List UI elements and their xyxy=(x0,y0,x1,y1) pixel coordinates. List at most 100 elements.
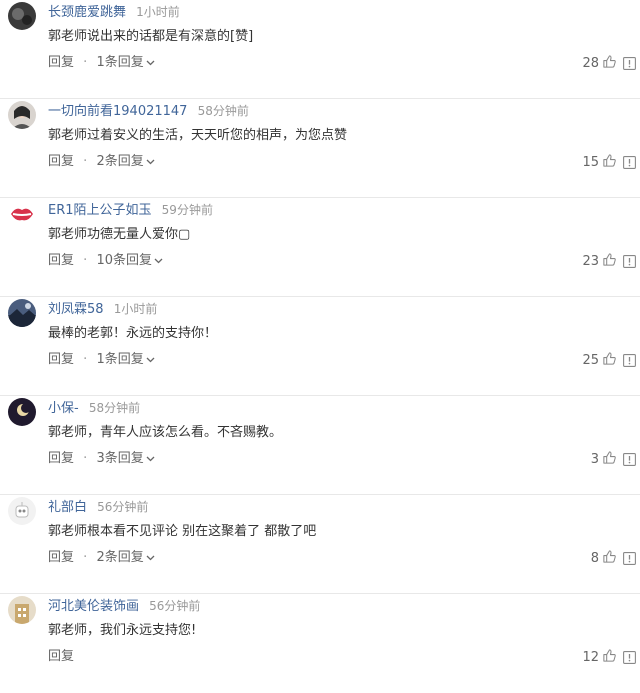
thumbs-up-icon xyxy=(602,252,617,271)
comment-actions: 回复 · 2条回复 xyxy=(48,549,155,567)
comment-meta: 3 xyxy=(591,450,636,468)
view-replies-link[interactable]: 1条回复 xyxy=(96,352,155,367)
chevron-down-icon xyxy=(146,555,155,560)
like-count: 12 xyxy=(582,649,599,665)
reply-button[interactable]: 回复 xyxy=(48,451,74,466)
reply-button[interactable]: 回复 xyxy=(48,352,74,367)
comment-actions: 回复 · 1条回复 xyxy=(48,54,155,72)
comment-time: 58分钟前 xyxy=(197,104,249,118)
reply-button[interactable]: 回复 xyxy=(48,154,74,169)
like-button[interactable]: 3 xyxy=(591,450,617,469)
like-button[interactable]: 25 xyxy=(582,351,617,370)
separator: · xyxy=(83,451,88,466)
reply-count: 2条回复 xyxy=(96,154,144,169)
username-link[interactable]: 河北美伦装饰画 xyxy=(48,599,139,614)
avatar[interactable] xyxy=(8,2,36,30)
view-replies-link[interactable]: 3条回复 xyxy=(96,451,155,466)
like-button[interactable]: 12 xyxy=(582,648,617,667)
username-link[interactable]: 小保- xyxy=(48,401,79,416)
thumbs-up-icon xyxy=(602,549,617,568)
separator: · xyxy=(83,55,88,70)
separator: · xyxy=(83,253,88,268)
comment-actions: 回复 · 2条回复 xyxy=(48,153,155,171)
reply-count: 1条回复 xyxy=(96,55,144,70)
comment-time: 56分钟前 xyxy=(97,500,149,514)
username-link[interactable]: ER1陌上公子如玉 xyxy=(48,203,152,218)
comment-time: 56分钟前 xyxy=(149,599,201,613)
reply-button[interactable]: 回复 xyxy=(48,550,74,565)
thumbs-up-icon xyxy=(602,153,617,172)
thumbs-up-icon xyxy=(602,648,617,667)
comment-text: 郭老师说出来的话都是有深意的[赞] xyxy=(48,29,254,44)
like-button[interactable]: 8 xyxy=(591,549,617,568)
comment-item: 刘凤霖58 1小时前 最棒的老郭！永远的支持你！ 回复 · 1条回复 25 xyxy=(0,297,640,396)
avatar[interactable] xyxy=(8,497,36,525)
comment-actions: 回复 · 10条回复 xyxy=(48,252,163,270)
comment-text: 郭老师根本看不见评论 别在这聚着了 都散了吧 xyxy=(48,524,317,539)
comment-meta: 25 xyxy=(582,351,636,369)
like-count: 23 xyxy=(582,253,599,269)
avatar[interactable] xyxy=(8,200,36,228)
thumbs-up-icon xyxy=(602,54,617,73)
reply-button[interactable]: 回复 xyxy=(48,253,74,268)
separator: · xyxy=(83,154,88,169)
comment-text: 郭老师，我们永远支持您! xyxy=(48,623,197,638)
comment-item: 一切向前看194021147 58分钟前 郭老师过着安义的生活，天天听您的相声，… xyxy=(0,99,640,198)
chevron-down-icon xyxy=(154,258,163,263)
comment-header: ER1陌上公子如玉 59分钟前 xyxy=(48,201,213,220)
comment-item: 河北美伦装饰画 56分钟前 郭老师，我们永远支持您! 回复 12 xyxy=(0,594,640,693)
report-icon[interactable] xyxy=(623,155,636,169)
comment-time: 1小时前 xyxy=(136,5,180,19)
comment-header: 小保- 58分钟前 xyxy=(48,399,140,418)
separator: · xyxy=(83,550,88,565)
avatar[interactable] xyxy=(8,299,36,327)
comment-item: 长颈鹿爱跳舞 1小时前 郭老师说出来的话都是有深意的[赞] 回复 · 1条回复 … xyxy=(0,0,640,99)
view-replies-link[interactable]: 2条回复 xyxy=(96,550,155,565)
comment-time: 58分钟前 xyxy=(88,401,141,415)
username-link[interactable]: 一切向前看194021147 xyxy=(48,104,187,119)
report-icon[interactable] xyxy=(623,452,636,466)
reply-count: 1条回复 xyxy=(96,352,144,367)
report-icon[interactable] xyxy=(623,551,636,565)
avatar[interactable] xyxy=(8,398,36,426)
reply-count: 3条回复 xyxy=(96,451,144,466)
reply-count: 2条回复 xyxy=(96,550,144,565)
username-link[interactable]: 礼部白 xyxy=(48,500,87,515)
comment-text: 郭老师过着安义的生活，天天听您的相声，为您点赞 xyxy=(48,128,348,143)
chevron-down-icon xyxy=(146,60,155,65)
view-replies-link[interactable]: 1条回复 xyxy=(96,55,155,70)
username-link[interactable]: 长颈鹿爱跳舞 xyxy=(48,5,126,20)
like-button[interactable]: 15 xyxy=(582,153,617,172)
reply-count: 10条回复 xyxy=(96,253,152,268)
chevron-down-icon xyxy=(146,159,155,164)
comment-time: 1小时前 xyxy=(113,302,158,316)
comment-header: 礼部白 56分钟前 xyxy=(48,498,148,517)
view-replies-link[interactable]: 10条回复 xyxy=(96,253,163,268)
avatar[interactable] xyxy=(8,596,36,624)
like-button[interactable]: 23 xyxy=(582,252,617,271)
report-icon[interactable] xyxy=(623,650,636,664)
report-icon[interactable] xyxy=(623,353,636,367)
avatar[interactable] xyxy=(8,101,36,129)
comment-header: 河北美伦装饰画 56分钟前 xyxy=(48,597,200,616)
like-button[interactable]: 28 xyxy=(582,54,617,73)
comment-meta: 8 xyxy=(591,549,636,567)
chevron-down-icon xyxy=(146,357,155,362)
reply-button[interactable]: 回复 xyxy=(48,649,74,664)
comment-item: 小保- 58分钟前 郭老师，青年人应该怎么看。不吝赐教。 回复 · 3条回复 3 xyxy=(0,396,640,495)
report-icon[interactable] xyxy=(623,56,636,70)
report-icon[interactable] xyxy=(623,254,636,268)
username-link[interactable]: 刘凤霖58 xyxy=(48,302,104,317)
comment-actions: 回复 · 1条回复 xyxy=(48,351,155,369)
view-replies-link[interactable]: 2条回复 xyxy=(96,154,155,169)
comment-actions: 回复 xyxy=(48,648,74,666)
comment-list: 长颈鹿爱跳舞 1小时前 郭老师说出来的话都是有深意的[赞] 回复 · 1条回复 … xyxy=(0,0,640,693)
comment-text: 郭老师，青年人应该怎么看。不吝赐教。 xyxy=(48,425,283,440)
reply-button[interactable]: 回复 xyxy=(48,55,74,70)
comment-meta: 23 xyxy=(582,252,636,270)
comment-meta: 28 xyxy=(582,54,636,72)
thumbs-up-icon xyxy=(602,450,617,469)
separator: · xyxy=(83,352,88,367)
comment-text: 最棒的老郭！永远的支持你！ xyxy=(48,326,218,341)
comment-item: 礼部白 56分钟前 郭老师根本看不见评论 别在这聚着了 都散了吧 回复 · 2条… xyxy=(0,495,640,594)
